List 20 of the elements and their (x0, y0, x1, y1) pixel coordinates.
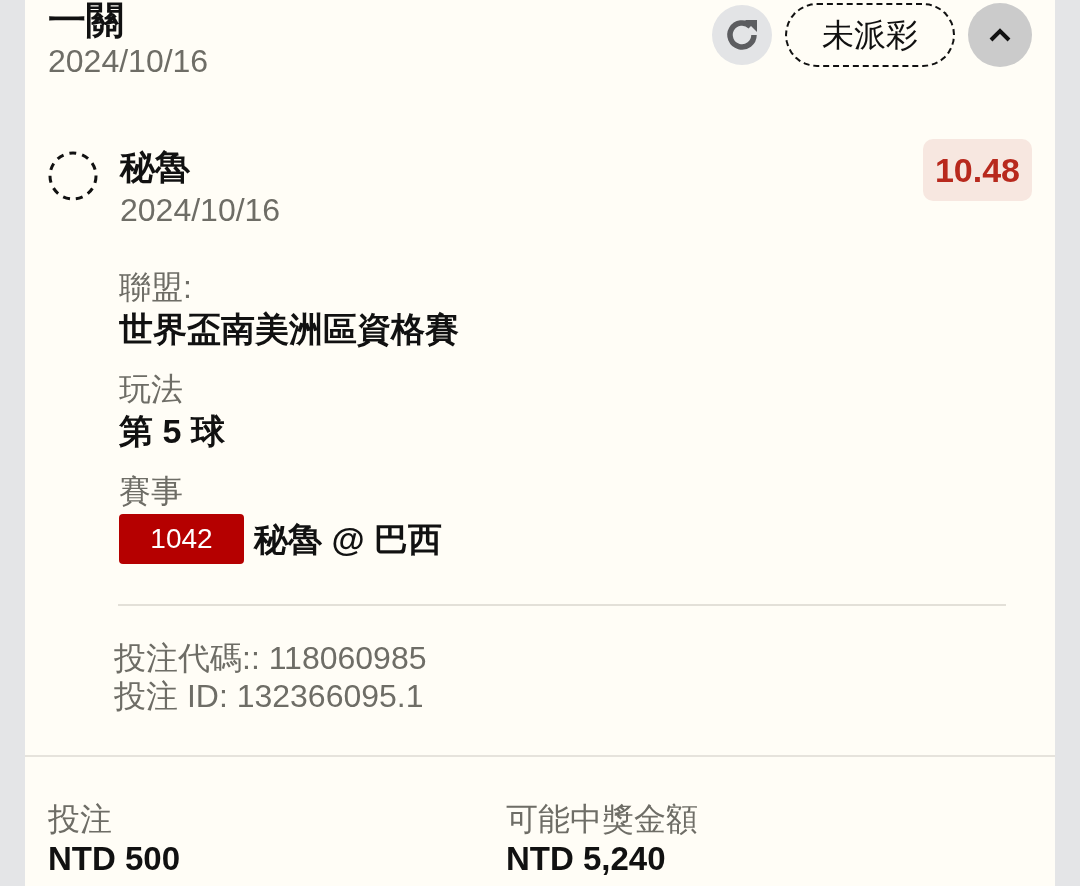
summary-label: 可能中獎金額 (506, 800, 699, 839)
detail-label: 玩法 (119, 370, 184, 409)
bet-type-title: 一關 (48, 0, 125, 40)
odds-badge: 10.48 (922, 139, 1032, 201)
chevron-up-icon (988, 28, 1012, 42)
bet-date: 2024/10/16 (48, 42, 209, 81)
selection-name: 秘魯 (120, 146, 191, 188)
bet-code: 投注代碼:: 118060985 (114, 639, 428, 677)
status-badge: 未派彩 (785, 3, 955, 67)
match-code-badge: 1042 (119, 514, 244, 564)
summary-label: 投注 (48, 800, 113, 839)
summary-value: NTD 5,240 (506, 839, 667, 879)
detail-value: 第 5 球 (119, 411, 226, 452)
detail-label: 聯盟: (119, 268, 193, 307)
selection-date: 2024/10/16 (120, 191, 281, 230)
summary-value: NTD 500 (48, 839, 182, 879)
match-teams: 秘魯 @ 巴西 (254, 519, 443, 560)
detail-label: 賽事 (119, 472, 184, 511)
bet-id: 投注 ID: 132366095.1 (114, 677, 425, 715)
detail-value: 世界盃南美洲區資格賽 (119, 309, 460, 350)
